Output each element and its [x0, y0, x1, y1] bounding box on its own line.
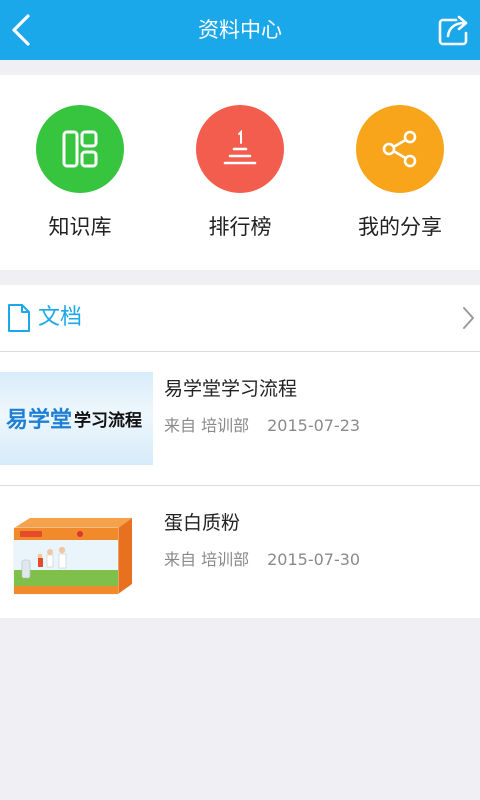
list-item-title: 蛋白质粉: [164, 512, 241, 534]
list-item[interactable]: 蛋白质粉 来自 培训部 2015-07-30: [0, 486, 480, 619]
quick-item-label: 我的分享: [358, 215, 442, 239]
ranking-stack-icon: [223, 129, 257, 165]
page-title: 资料中心: [198, 18, 282, 42]
list-item-source: 来自 培训部: [164, 550, 250, 569]
list-item-title: 易学堂学习流程: [164, 378, 298, 400]
knowledge-grid-icon: [62, 130, 98, 168]
list-item-date: 2015-07-30: [267, 550, 361, 569]
share-nodes-icon: [382, 130, 417, 168]
quick-item-label: 知识库: [48, 215, 112, 239]
list-item-meta: 来自 培训部 2015-07-23: [164, 412, 360, 436]
list-item[interactable]: 易学堂 学习流程 易学堂学习流程 来自 培训部 2015-07-23: [0, 352, 480, 486]
list-item-meta: 来自 培训部 2015-07-30: [164, 546, 360, 570]
thumbnail-brand-text: 易学堂: [6, 408, 73, 433]
ranking-circle: [196, 105, 284, 193]
app-header: 资料中心: [0, 0, 480, 60]
quick-item-my-share[interactable]: 我的分享: [320, 105, 480, 255]
share-export-icon[interactable]: [434, 10, 474, 50]
docs-title: 文档: [38, 305, 83, 330]
quick-item-knowledge[interactable]: 知识库: [0, 105, 160, 255]
list-item-source: 来自 培训部: [164, 416, 250, 435]
docs-header[interactable]: 文档: [0, 285, 480, 352]
document-thumbnail: 易学堂 学习流程: [0, 372, 153, 465]
product-box-thumbnail: [0, 506, 153, 599]
knowledge-circle: [36, 105, 124, 193]
list-item-date: 2015-07-23: [267, 416, 361, 435]
quick-actions-panel: 知识库 排行榜 我的分享: [0, 75, 480, 270]
docs-section: 文档 易学堂 学习流程 易学堂学习流程 来自 培训部 2015-07-23 蛋白…: [0, 285, 480, 618]
quick-item-ranking[interactable]: 排行榜: [160, 105, 320, 255]
document-icon: [8, 304, 30, 332]
chevron-right-icon[interactable]: [460, 305, 476, 331]
protein-box-image: [13, 518, 132, 595]
thumbnail-sub-text: 学习流程: [74, 411, 142, 431]
share-circle: [356, 105, 444, 193]
quick-item-label: 排行榜: [208, 215, 272, 239]
